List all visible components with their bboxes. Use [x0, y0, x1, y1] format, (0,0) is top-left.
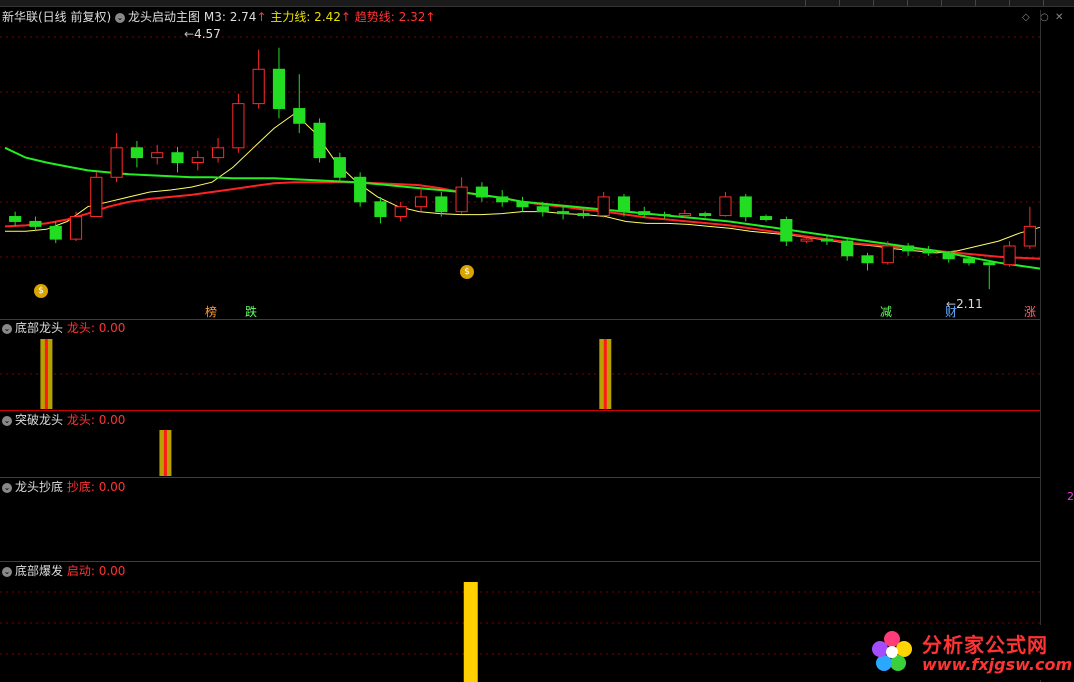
candle-body	[942, 252, 955, 260]
watermark-name: 分析家公式网	[922, 633, 1048, 657]
side-marker: 2	[1067, 490, 1074, 503]
candle-body	[414, 196, 428, 208]
signal-bar-core	[603, 339, 607, 409]
signal-bar-core	[44, 339, 48, 409]
candle-body	[49, 225, 62, 240]
panel-divider	[0, 410, 1040, 411]
candle-body	[902, 245, 915, 252]
candle-body	[719, 196, 732, 217]
candle-body	[678, 213, 691, 217]
candle-body	[333, 157, 346, 178]
candle-body	[90, 176, 103, 218]
candle-body	[759, 216, 773, 220]
candle-body	[313, 122, 326, 159]
right-axis-border	[1040, 10, 1041, 682]
panel-divider	[0, 477, 1040, 478]
watermark: 分析家公式网 www.fxjgsw.com	[864, 625, 1073, 680]
candle-body	[354, 176, 367, 203]
candle-body	[780, 218, 793, 242]
chart-svg	[0, 36, 1041, 682]
collapse-icon[interactable]: ⌄	[2, 482, 12, 493]
signal-label-bang: 榜	[205, 305, 218, 319]
signal-bar-core	[163, 430, 167, 476]
main-chart	[4, 47, 1041, 290]
candle-body	[435, 196, 448, 213]
candle-body	[820, 238, 833, 242]
candle-body	[130, 147, 143, 159]
collapse-icon[interactable]: ⌄	[2, 415, 12, 426]
candle-body	[800, 238, 813, 242]
candle-body	[536, 206, 549, 213]
signal-label-die: 跌	[245, 305, 258, 319]
candle-body	[1023, 225, 1036, 247]
candle-body	[739, 196, 752, 218]
candle-body	[69, 216, 83, 240]
signal-label-zhang: 涨	[1024, 305, 1037, 319]
candle-body	[151, 152, 164, 159]
candle-body	[699, 213, 712, 217]
panel-header-breakout-dragon: ⌄ 突破龙头 龙头: 0.00	[2, 413, 126, 427]
panel-header-dragon-bottom-fishing: ⌄ 龙头抄底 抄底: 0.00	[2, 480, 126, 494]
panel-divider	[0, 561, 1040, 562]
candle-body	[9, 216, 22, 222]
signal-label-jian: 减	[880, 305, 893, 319]
candle-body	[232, 103, 245, 149]
candle-body	[983, 262, 996, 266]
candle-body	[475, 186, 488, 198]
candle-body	[861, 255, 874, 264]
candle-body	[171, 152, 184, 164]
candle-body	[272, 68, 286, 110]
high-price-label: ←4.57	[184, 27, 221, 41]
candle-body	[617, 196, 631, 213]
candle-body	[638, 211, 651, 216]
collapse-icon[interactable]: ⌄	[2, 566, 12, 577]
candle-body	[577, 213, 590, 217]
collapse-icon[interactable]: ⌄	[2, 323, 12, 334]
candle-body	[962, 258, 976, 264]
candle-body	[212, 147, 225, 159]
candle-body	[110, 147, 123, 178]
candle-body	[394, 206, 407, 218]
candle-body	[29, 220, 42, 227]
candle-body	[191, 157, 204, 164]
flower-logo-icon	[872, 631, 912, 671]
panel-divider	[0, 319, 1040, 320]
candle-body	[374, 201, 387, 218]
candle-body	[658, 214, 671, 217]
watermark-url: www.fxjgsw.com	[922, 655, 1073, 674]
candle-body	[252, 68, 265, 105]
candle-body	[922, 250, 935, 254]
candle-body	[841, 240, 854, 257]
candle-body	[597, 196, 610, 217]
m3-line	[5, 112, 1041, 254]
candle-body	[455, 186, 468, 213]
candle-body	[1003, 245, 1016, 266]
candle-body	[496, 196, 509, 203]
candle-body	[557, 211, 570, 215]
money-bag-icon: $	[460, 265, 474, 279]
candle-body	[516, 201, 529, 208]
candle-body	[881, 245, 894, 264]
candle-body	[293, 108, 306, 124]
signal-bar	[463, 582, 478, 682]
signal-label-cai: 财	[945, 305, 958, 319]
panel-header-bottom-burst: ⌄ 底部爆发 启动: 0.00	[2, 564, 126, 578]
money-bag-icon: $	[34, 284, 48, 298]
panel-header-bottom-dragon: ⌄ 底部龙头 龙头: 0.00	[2, 321, 126, 335]
sub-panels	[40, 339, 612, 682]
